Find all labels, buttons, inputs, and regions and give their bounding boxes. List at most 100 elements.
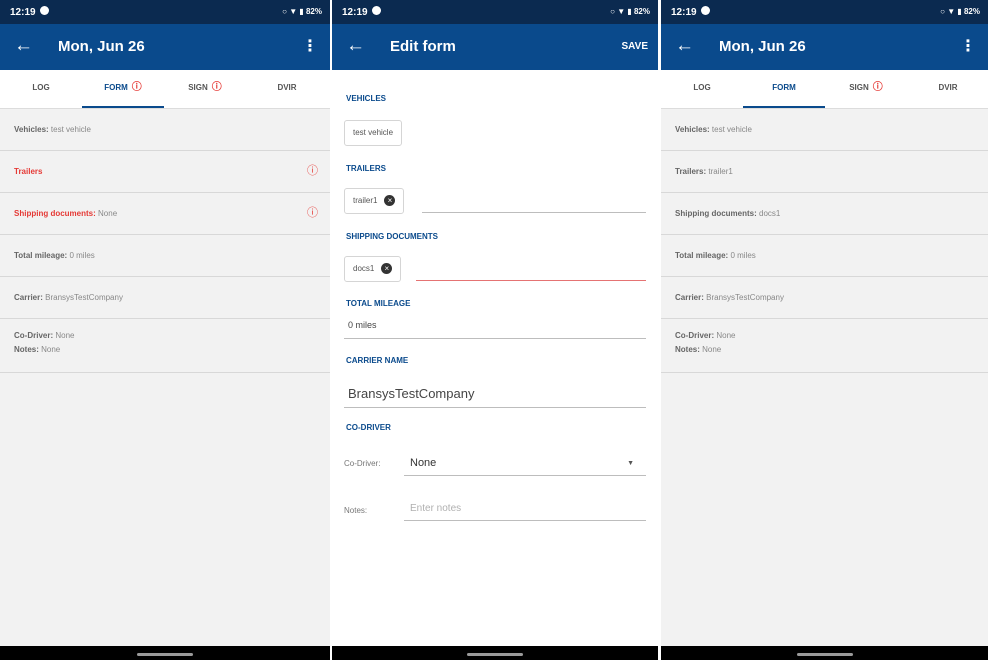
status-bar: 12:19 ○ ▼ ▮ 82%	[661, 0, 988, 24]
row-shipping-documents[interactable]: Shipping documents: None ⓘ	[0, 193, 330, 235]
section-title-vehicles: VEHICLES	[346, 94, 387, 103]
row-label: Shipping documents:	[675, 209, 757, 218]
tab-dvir[interactable]: DVIR	[246, 70, 328, 108]
row-shipping-documents[interactable]: Shipping documents: docs1	[661, 193, 988, 235]
alert-icon: ⓘ	[307, 207, 318, 219]
back-arrow-icon[interactable]: ←	[675, 35, 694, 57]
status-bar: 12:19 ○ ▼ ▮ 82%	[332, 0, 658, 24]
shipping-doc-chip[interactable]: docs1 ×	[344, 256, 402, 282]
row-value: BransysTestCompany	[706, 293, 784, 302]
tab-dvir[interactable]: DVIR	[907, 70, 988, 108]
shipping-input-underline[interactable]	[416, 280, 646, 281]
tab-dvir-label: DVIR	[938, 83, 958, 92]
trailer-chip-label: trailer1	[353, 196, 378, 205]
status-bar: 12:19 ○ ▼ ▮ 82%	[0, 0, 330, 24]
page-title: Edit form	[390, 38, 456, 55]
notes-value: None	[702, 345, 722, 354]
tab-sign-label: SIGN	[849, 83, 869, 92]
notes-input[interactable]: Enter notes	[410, 503, 461, 514]
tab-log[interactable]: LOG	[661, 70, 743, 108]
tab-bar: LOG FORM SIGN ⓘ DVIR	[661, 70, 988, 109]
notes-underline	[404, 520, 646, 521]
back-arrow-icon[interactable]: ←	[346, 35, 365, 57]
co-driver-select[interactable]: None	[410, 457, 436, 469]
carrier-underline	[344, 407, 646, 408]
tab-sign[interactable]: SIGN ⓘ	[164, 70, 246, 108]
log-screen-complete: 12:19 ○ ▼ ▮ 82% ← Mon, Jun 26 ⋮ LOG FORM…	[661, 0, 988, 660]
row-label: Vehicles:	[14, 125, 49, 134]
co-driver-value: None	[55, 331, 75, 340]
row-co-driver-notes[interactable]: Co-Driver: None Notes: None	[0, 319, 330, 373]
row-label: Trailers:	[675, 167, 707, 176]
row-trailers[interactable]: Trailers ⓘ	[0, 151, 330, 193]
home-gesture-pill[interactable]	[796, 653, 853, 656]
carrier-name-field[interactable]: BransysTestCompany	[348, 386, 474, 401]
edit-form-screen: 12:19 ○ ▼ ▮ 82% ← Edit form SAVE VEHICLE…	[332, 0, 658, 660]
status-indicators: ○ ▼ ▮ 82%	[282, 7, 322, 16]
status-time: 12:19	[671, 7, 697, 18]
tab-form[interactable]: FORM ⓘ	[82, 70, 164, 108]
row-label: Total mileage:	[14, 251, 68, 260]
co-driver-label: Co-Driver:	[675, 331, 715, 340]
home-gesture-pill[interactable]	[467, 653, 523, 656]
row-label: Carrier:	[675, 293, 704, 302]
app-bar: ← Mon, Jun 26 ⋮	[661, 24, 988, 70]
vehicle-chip-label: test vehicle	[353, 128, 394, 137]
tab-log[interactable]: LOG	[0, 70, 82, 108]
row-total-mileage[interactable]: Total mileage: 0 miles	[661, 235, 988, 277]
co-driver-underline	[404, 475, 646, 476]
notes-value: None	[41, 345, 61, 354]
row-value: None	[98, 209, 118, 218]
vehicle-chip[interactable]: test vehicle	[344, 120, 403, 146]
row-vehicles[interactable]: Vehicles: test vehicle	[0, 109, 330, 151]
remove-chip-icon[interactable]: ×	[384, 195, 396, 207]
notes-label: Notes:	[14, 345, 39, 354]
mileage-field[interactable]: 0 miles	[348, 320, 377, 330]
trailer-chip[interactable]: trailer1 ×	[344, 188, 405, 214]
shipping-chip-label: docs1	[353, 264, 375, 273]
row-label: Shipping documents:	[14, 209, 96, 218]
section-title-carrier: CARRIER NAME	[346, 356, 409, 365]
remove-chip-icon[interactable]: ×	[381, 263, 393, 275]
alert-icon: ⓘ	[307, 165, 318, 177]
page-title: Mon, Jun 26	[719, 38, 806, 55]
trailers-input-underline[interactable]	[422, 212, 646, 213]
row-co-driver-notes[interactable]: Co-Driver: None Notes: None	[661, 319, 988, 373]
alert-icon: ⓘ	[211, 82, 222, 93]
system-nav-bar	[332, 646, 658, 660]
page-title: Mon, Jun 26	[58, 38, 145, 55]
row-carrier[interactable]: Carrier: BransysTestCompany	[661, 277, 988, 319]
chevron-down-icon[interactable]: ▼	[627, 460, 634, 467]
row-trailers[interactable]: Trailers: trailer1	[661, 151, 988, 193]
status-time: 12:19	[10, 7, 36, 18]
app-bar: ← Edit form SAVE	[332, 24, 658, 70]
row-carrier[interactable]: Carrier: BransysTestCompany	[0, 277, 330, 319]
alert-icon: ⓘ	[872, 82, 883, 93]
log-screen-incomplete: 12:19 ○ ▼ ▮ 82% ← Mon, Jun 26 ⋮ LOG FORM…	[0, 0, 330, 660]
save-button[interactable]: SAVE	[622, 41, 649, 52]
back-arrow-icon[interactable]: ←	[14, 35, 33, 57]
section-title-trailers: TRAILERS	[346, 164, 386, 173]
mileage-underline	[344, 338, 646, 339]
row-total-mileage[interactable]: Total mileage: 0 miles	[0, 235, 330, 277]
row-value: 0 miles	[730, 251, 756, 260]
alert-icon: ⓘ	[131, 82, 142, 93]
overflow-menu-icon[interactable]: ⋮	[302, 36, 318, 56]
overflow-menu-icon[interactable]: ⋮	[960, 36, 976, 56]
tab-sign[interactable]: SIGN ⓘ	[825, 70, 907, 108]
notes-label: Notes:	[675, 345, 700, 354]
tab-sign-label: SIGN	[188, 83, 208, 92]
row-label: Carrier:	[14, 293, 43, 302]
row-value: docs1	[759, 209, 781, 218]
section-title-mileage: TOTAL MILEAGE	[346, 299, 411, 308]
tab-form[interactable]: FORM	[743, 70, 825, 108]
notes-label: Notes:	[344, 506, 368, 515]
home-gesture-pill[interactable]	[137, 653, 193, 656]
tab-log-label: LOG	[32, 83, 50, 92]
row-value: test vehicle	[711, 125, 752, 134]
row-vehicles[interactable]: Vehicles: test vehicle	[661, 109, 988, 151]
row-label: Total mileage:	[675, 251, 729, 260]
sync-icon	[372, 6, 381, 15]
tab-form-label: FORM	[104, 83, 128, 92]
tab-dvir-label: DVIR	[277, 83, 297, 92]
